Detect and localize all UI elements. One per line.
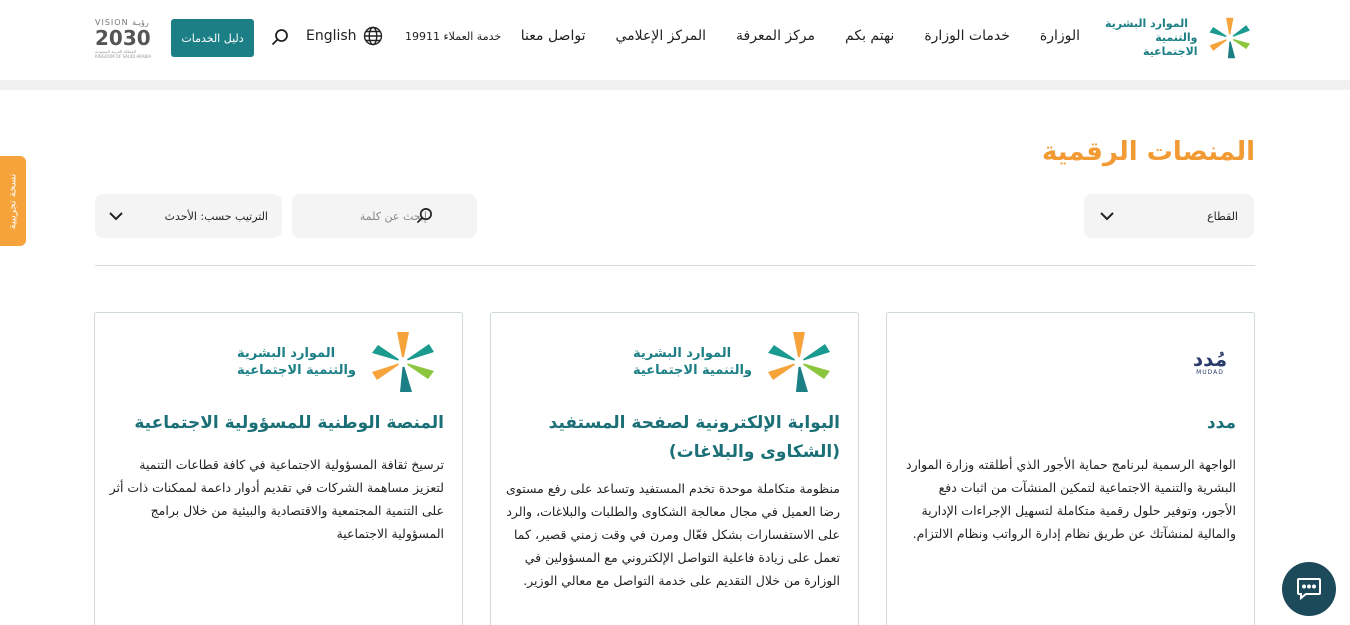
search-input[interactable] — [302, 209, 427, 223]
nav-knowledge-center[interactable]: مركز المعرفة — [736, 28, 815, 44]
sort-label: الترتيب حسب: الأحدث — [164, 209, 268, 223]
filters-divider — [95, 265, 1255, 266]
card-description: منظومة متكاملة موحدة تخدم المستفيد وتساع… — [505, 481, 840, 588]
vision-number: 2030 — [95, 26, 151, 50]
chevron-down-icon — [109, 211, 123, 220]
platform-card-csr[interactable]: الموارد البشرية والتنمية الاجتماعية المن… — [94, 312, 463, 625]
beta-version-tab[interactable]: نسخة تجريبية — [0, 156, 26, 246]
search-icon — [416, 208, 432, 224]
customer-service-number[interactable]: خدمة العملاء 19911 — [405, 30, 501, 43]
globe-icon — [363, 26, 382, 46]
ministry-star-icon — [372, 332, 434, 392]
nav-contact-us[interactable]: تواصل معنا — [521, 28, 586, 44]
logo-line2: والتنمية الاجتماعية — [1142, 31, 1198, 58]
mudad-logo-subtext: MUDAD — [1196, 368, 1224, 376]
nav-we-care[interactable]: نهتم بكم — [845, 28, 894, 44]
card-title[interactable]: مدد — [906, 409, 1236, 438]
main-nav: الوزارة خدمات الوزارة نهتم بكم مركز المع… — [521, 28, 1080, 44]
vision-2030-logo: VISION رؤيـة 2030 المملكة العربية السعود… — [95, 18, 155, 62]
beta-tab-label: نسخة تجريبية — [7, 173, 19, 229]
chevron-down-icon — [1100, 211, 1114, 220]
mudad-logo: مُدد MUDAD — [1184, 342, 1236, 382]
ministry-logo-text: الموارد البشرية والتنمية الاجتماعية — [237, 345, 356, 379]
chat-bubble-icon — [1297, 578, 1321, 601]
vision-subtext: المملكة العربية السعودية KINGDOM OF SAUD… — [95, 49, 152, 59]
card-logo: الموارد البشرية والتنمية الاجتماعية — [237, 329, 444, 395]
sector-dropdown[interactable]: القطاع — [1084, 194, 1254, 238]
search-field[interactable] — [292, 194, 477, 238]
nav-ministry-services[interactable]: خدمات الوزارة — [924, 28, 1010, 44]
ministry-logo-text: الموارد البشرية والتنمية الاجتماعية — [1105, 17, 1198, 59]
mudad-logo-text: مُدد — [1192, 346, 1228, 371]
ministry-star-icon — [768, 332, 830, 392]
language-label: English — [306, 28, 357, 44]
card-title[interactable]: البوابة الإلكترونية لصفحة المستفيد (الشك… — [510, 409, 840, 467]
platform-card-mudad[interactable]: مُدد MUDAD مدد الواجهة الرسمية لبرنامج ح… — [886, 312, 1255, 625]
logo-line1: الموارد البشرية — [633, 346, 732, 361]
card-description: الواجهة الرسمية لبرنامج حماية الأجور الذ… — [906, 457, 1236, 541]
language-switch[interactable]: English — [306, 26, 383, 46]
platform-card-beneficiary-portal[interactable]: الموارد البشرية والتنمية الاجتماعية البو… — [490, 312, 859, 625]
ministry-logo-text: الموارد البشرية والتنمية الاجتماعية — [633, 345, 752, 379]
card-logo: الموارد البشرية والتنمية الاجتماعية — [633, 329, 840, 395]
services-guide-button[interactable]: دليل الخدمات — [171, 19, 254, 57]
card-title[interactable]: المنصة الوطنية للمسؤولية الاجتماعية — [114, 409, 444, 438]
card-description: ترسيخ ثقافة المسؤولية الاجتماعية في كافة… — [109, 457, 444, 541]
ministry-logo[interactable]: الموارد البشرية والتنمية الاجتماعية — [1105, 14, 1255, 62]
logo-line2: والتنمية الاجتماعية — [237, 363, 356, 378]
card-logo: مُدد MUDAD — [1184, 329, 1236, 395]
ministry-star-icon — [1209, 17, 1250, 59]
sector-label: القطاع — [1207, 209, 1238, 223]
logo-line1: الموارد البشرية — [237, 346, 336, 361]
nav-ministry[interactable]: الوزارة — [1040, 28, 1080, 44]
page-title: المنصات الرقمية — [1042, 137, 1255, 167]
nav-media-center[interactable]: المركز الإعلامي — [615, 28, 706, 44]
logo-line1: الموارد البشرية — [1105, 17, 1188, 30]
site-header: الموارد البشرية والتنمية الاجتماعية الوز… — [0, 0, 1350, 80]
search-icon[interactable] — [271, 28, 289, 46]
chat-button[interactable] — [1282, 562, 1336, 616]
logo-line2: والتنمية الاجتماعية — [633, 363, 752, 378]
sort-dropdown[interactable]: الترتيب حسب: الأحدث — [95, 194, 282, 238]
header-divider — [0, 80, 1350, 90]
